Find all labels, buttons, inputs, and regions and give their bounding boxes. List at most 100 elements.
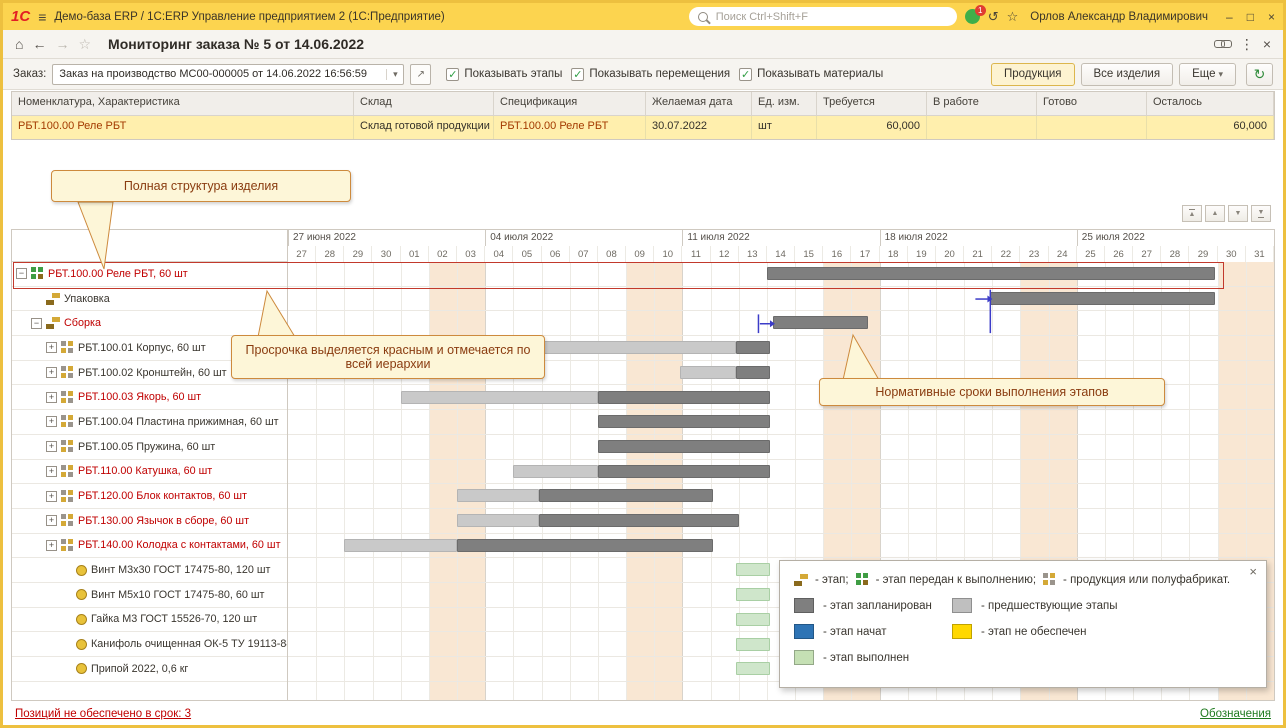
checkbox-check-icon[interactable]: ✓ xyxy=(739,68,752,81)
scroll-top-button[interactable]: ▲ xyxy=(1182,205,1202,222)
gantt-bar[interactable] xyxy=(598,465,770,478)
gantt-tree-row[interactable]: Гайка М3 ГОСТ 15526-70, 120 шт xyxy=(12,608,287,633)
gantt-tree-row[interactable]: +РБТ.100.03 Якорь, 60 шт xyxy=(12,385,287,410)
gantt-tree-row[interactable]: −РБТ.100.00 Реле РБТ, 60 шт xyxy=(12,262,287,287)
gantt-bar[interactable] xyxy=(457,489,539,502)
all-items-button[interactable]: Все изделия xyxy=(1081,63,1174,86)
column-header[interactable]: Осталось xyxy=(1147,92,1274,115)
refresh-button[interactable]: ↻ xyxy=(1246,63,1273,86)
favorite-star-icon[interactable]: ☆ xyxy=(78,36,91,53)
gantt-tree-row[interactable]: +РБТ.120.00 Блок контактов, 60 шт xyxy=(12,484,287,509)
expander-icon[interactable]: + xyxy=(46,367,57,378)
expander-icon[interactable]: + xyxy=(46,416,57,427)
gantt-tree-row[interactable]: Винт М3х30 ГОСТ 17475-80, 120 шт xyxy=(12,558,287,583)
gantt-tree-row[interactable]: +РБТ.110.00 Катушка, 60 шт xyxy=(12,460,287,485)
form-toolbar: ⌂ ← → ☆ Мониторинг заказа № 5 от 14.06.2… xyxy=(3,30,1283,59)
gantt-bar[interactable] xyxy=(598,440,770,453)
unsupplied-positions-link[interactable]: Позиций не обеспечено в срок: 3 xyxy=(15,708,191,720)
column-header[interactable]: Требуется xyxy=(817,92,927,115)
column-header[interactable]: Готово xyxy=(1037,92,1147,115)
back-button[interactable]: ← xyxy=(32,36,46,52)
gantt-bar[interactable] xyxy=(736,662,770,675)
checkbox-check-icon[interactable]: ✓ xyxy=(446,68,459,81)
gantt-bar[interactable] xyxy=(736,341,770,354)
gantt-bar[interactable] xyxy=(736,366,770,379)
gantt-bar[interactable] xyxy=(990,292,1215,305)
filter-checkbox-0[interactable]: ✓Показывать этапы xyxy=(446,68,562,81)
expander-icon[interactable]: + xyxy=(46,515,57,526)
gantt-bar[interactable] xyxy=(539,489,714,502)
filter-checkbox-1[interactable]: ✓Показывать перемещения xyxy=(571,68,730,81)
expander-icon[interactable]: − xyxy=(31,318,42,329)
forward-button[interactable]: → xyxy=(55,36,69,52)
open-order-button[interactable]: ↗ xyxy=(410,64,431,85)
close-button[interactable]: × xyxy=(1268,10,1275,24)
table-row[interactable]: РБТ.100.00 Реле РБТСклад готовой продукц… xyxy=(12,116,1274,139)
expander-icon[interactable]: − xyxy=(16,268,27,279)
callout-normative: Нормативные сроки выполнения этапов xyxy=(819,378,1165,406)
kebab-menu-icon[interactable]: ⋮ xyxy=(1240,36,1254,53)
minimize-button[interactable]: – xyxy=(1226,10,1233,24)
expander-icon[interactable]: + xyxy=(46,392,57,403)
gantt-tree-row[interactable]: +РБТ.130.00 Язычок в сборе, 60 шт xyxy=(12,509,287,534)
gantt-tree-row[interactable]: +РБТ.140.00 Колодка с контактами, 60 шт xyxy=(12,534,287,559)
gantt-bar[interactable] xyxy=(736,638,770,651)
gantt-bar[interactable] xyxy=(773,316,869,329)
scroll-up-button[interactable]: ▲ xyxy=(1205,205,1225,222)
user-name[interactable]: Орлов Александр Владимирович xyxy=(1030,11,1208,23)
legend-link[interactable]: Обозначения xyxy=(1200,708,1271,720)
history-icon[interactable]: ↺ xyxy=(988,9,999,25)
gantt-bar[interactable] xyxy=(457,514,539,527)
products-button[interactable]: Продукция xyxy=(991,63,1075,86)
gantt-bar[interactable] xyxy=(598,415,770,428)
global-search[interactable] xyxy=(689,7,957,26)
scroll-down-button[interactable]: ▼ xyxy=(1228,205,1248,222)
gantt-tree-row[interactable]: +РБТ.100.04 Пластина прижимная, 60 шт xyxy=(12,410,287,435)
gantt-bar[interactable] xyxy=(513,465,598,478)
gantt-bar[interactable] xyxy=(736,563,770,576)
checkbox-check-icon[interactable]: ✓ xyxy=(571,68,584,81)
chevron-down-icon[interactable]: ▾ xyxy=(386,69,403,80)
column-header[interactable]: В работе xyxy=(927,92,1037,115)
notification-icon[interactable]: 1 xyxy=(965,9,980,24)
column-header[interactable]: Номенклатура, Характеристика xyxy=(12,92,354,115)
more-button[interactable]: Еще▾ xyxy=(1179,63,1236,86)
gantt-tree-row[interactable]: +РБТ.100.05 Пружина, 60 шт xyxy=(12,435,287,460)
main-menu-icon[interactable]: ≡ xyxy=(38,9,46,25)
gantt-bar[interactable] xyxy=(598,391,770,404)
link-icon[interactable] xyxy=(1214,40,1231,49)
legend-close-icon[interactable]: × xyxy=(1249,564,1257,579)
expander-icon[interactable]: + xyxy=(46,540,57,551)
gantt-bar[interactable] xyxy=(344,539,457,552)
gantt-tree-row[interactable]: −Сборка xyxy=(12,311,287,336)
gantt-tree-row[interactable]: Канифоль очищенная ОК-5 ТУ 19113-84, 1,2… xyxy=(12,632,287,657)
restore-button[interactable]: □ xyxy=(1247,10,1254,24)
gantt-chart-row xyxy=(288,435,1274,460)
gantt-tree-row[interactable]: Припой 2022, 0,6 кг xyxy=(12,657,287,682)
home-icon[interactable]: ⌂ xyxy=(15,36,23,52)
expander-icon[interactable]: + xyxy=(46,466,57,477)
gantt-bar[interactable] xyxy=(680,366,736,379)
scroll-bottom-button[interactable]: ▼ xyxy=(1251,205,1271,222)
expander-icon[interactable]: + xyxy=(46,441,57,452)
column-header[interactable]: Желаемая дата xyxy=(646,92,752,115)
gantt-bar[interactable] xyxy=(767,267,1215,280)
close-form-icon[interactable]: × xyxy=(1263,36,1271,52)
search-input[interactable] xyxy=(714,10,948,24)
gantt-bar[interactable] xyxy=(401,391,598,404)
gantt-bar[interactable] xyxy=(457,539,713,552)
column-header[interactable]: Ед. изм. xyxy=(752,92,817,115)
expander-icon[interactable]: + xyxy=(46,342,57,353)
gantt-bar[interactable] xyxy=(539,514,739,527)
filter-checkbox-2[interactable]: ✓Показывать материалы xyxy=(739,68,883,81)
gantt-tree-row[interactable]: Упаковка xyxy=(12,287,287,312)
order-combobox[interactable]: Заказ на производство МС00-000005 от 14.… xyxy=(52,64,404,85)
gantt-tree-row[interactable]: Винт М5х10 ГОСТ 17475-80, 60 шт xyxy=(12,583,287,608)
column-header[interactable]: Склад xyxy=(354,92,494,115)
expander-icon[interactable]: + xyxy=(46,491,57,502)
column-header[interactable]: Спецификация xyxy=(494,92,646,115)
gantt-day-label: 07 xyxy=(570,246,598,262)
gantt-bar[interactable] xyxy=(736,613,770,626)
gantt-bar[interactable] xyxy=(736,588,770,601)
favorites-icon[interactable]: ☆ xyxy=(1007,9,1019,25)
